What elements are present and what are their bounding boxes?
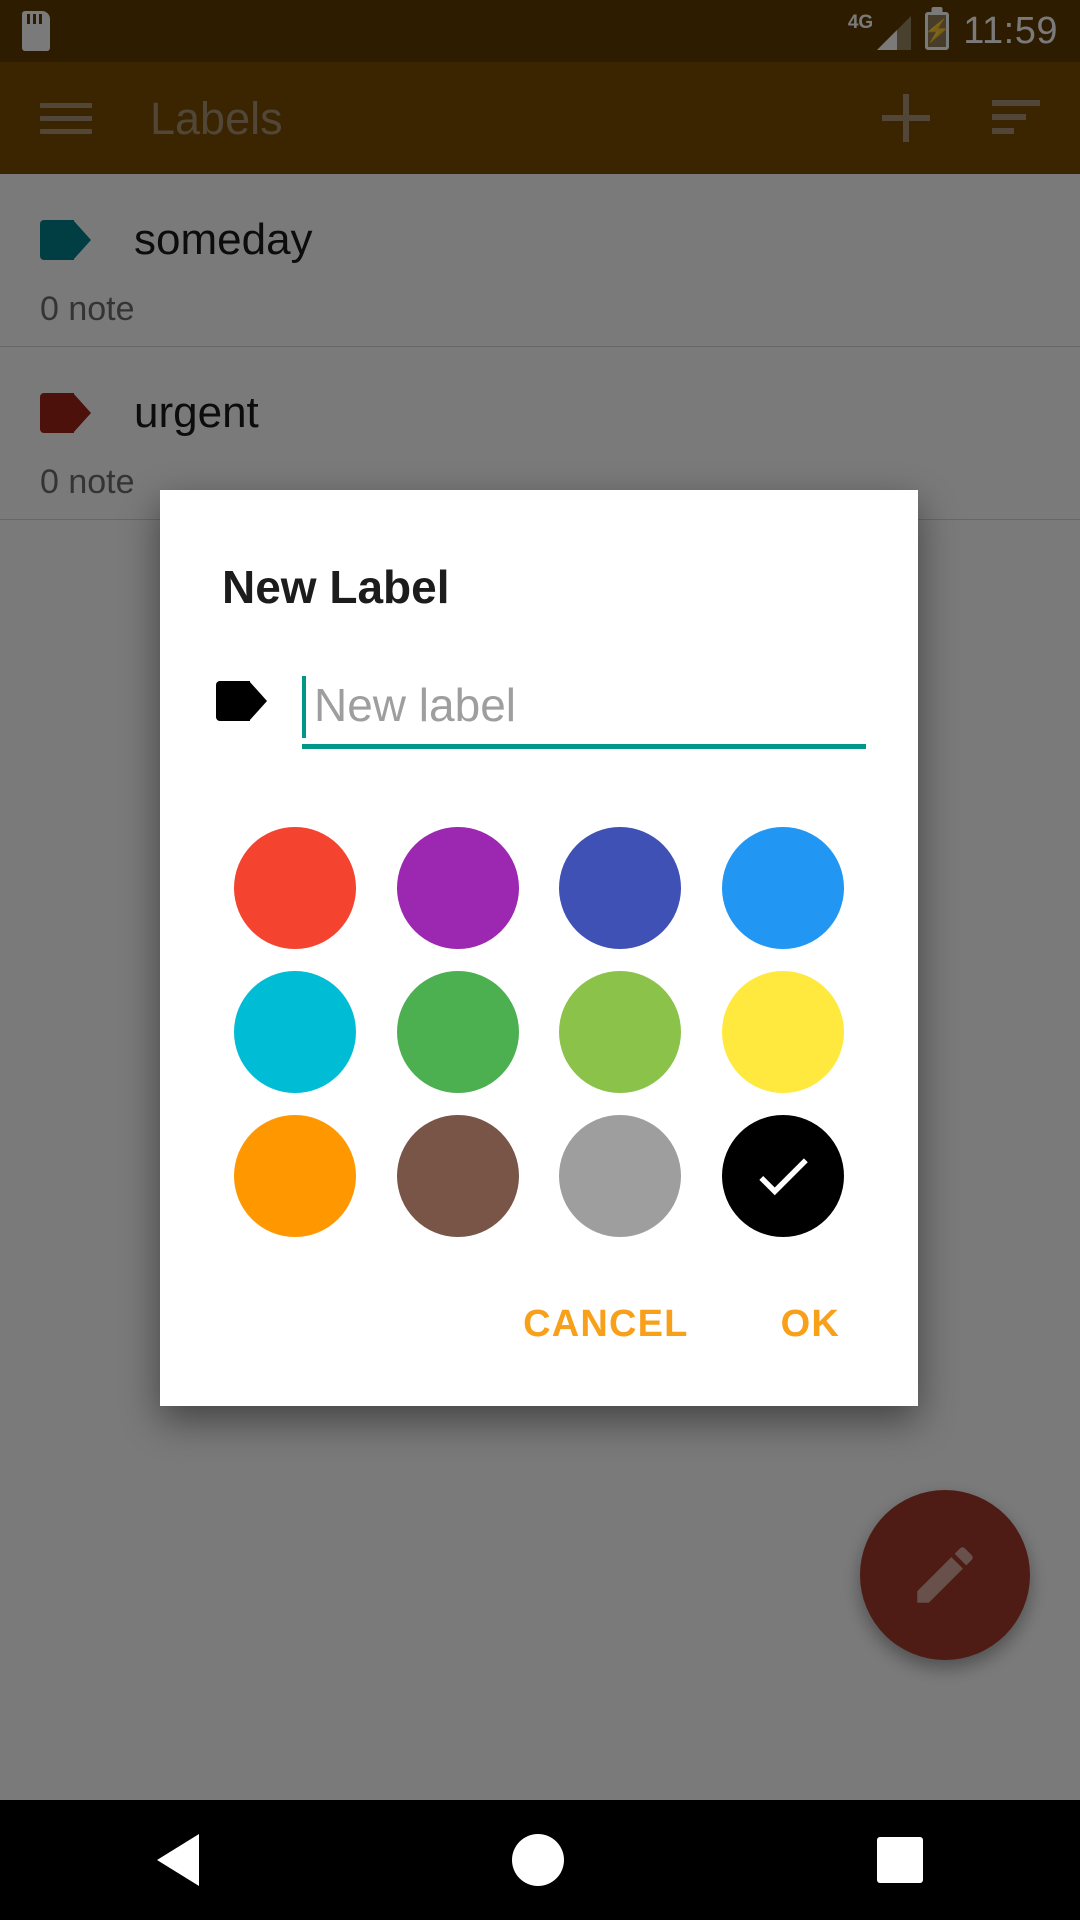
phone-screen: 4G ⚡ 11:59 Labels [0,0,1080,1920]
system-navigation-bar [0,1800,1080,1920]
dialog-actions: CANCEL OK [160,1237,918,1406]
cancel-button[interactable]: CANCEL [523,1303,689,1346]
color-swatch-blue[interactable] [721,827,844,949]
tag-icon [216,681,268,721]
color-swatch-cyan[interactable] [234,971,357,1093]
text-caret [302,676,306,738]
label-input-row [216,672,866,749]
color-swatch-grey[interactable] [559,1115,682,1237]
dialog-title: New Label [222,561,450,613]
color-swatch-green[interactable] [396,971,519,1093]
color-swatch-red[interactable] [234,827,357,949]
new-label-dialog: New Label New label CANCEL OK [160,490,918,1406]
color-swatch-light-green[interactable] [559,971,682,1093]
back-triangle-icon[interactable] [156,1834,199,1886]
color-swatch-yellow[interactable] [721,971,844,1093]
label-name-input[interactable] [302,672,866,744]
check-icon [759,1158,808,1196]
recents-square-icon[interactable] [877,1837,924,1883]
color-swatch-orange[interactable] [234,1115,357,1237]
label-input-wrapper [302,672,866,749]
color-picker-grid [214,827,864,1237]
home-circle-icon[interactable] [511,1834,564,1886]
ok-button[interactable]: OK [781,1303,840,1346]
color-swatch-brown[interactable] [396,1115,519,1237]
color-swatch-purple[interactable] [396,827,519,949]
color-swatch-black[interactable] [721,1115,844,1237]
color-swatch-indigo[interactable] [559,827,682,949]
